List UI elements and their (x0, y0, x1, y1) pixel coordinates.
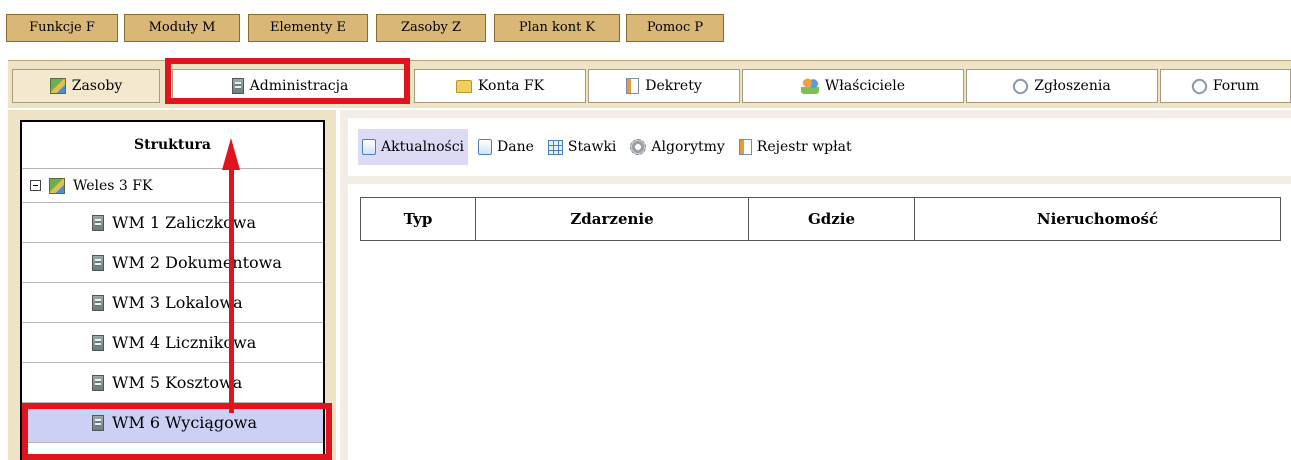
building-icon (92, 214, 104, 231)
table-header-row: Typ Zdarzenie Gdzie Nieruchomość (360, 197, 1281, 241)
subtab-bar: Aktualności Dane Stawki Algorytmy Rejest… (348, 118, 1291, 176)
tab-label: Forum (1212, 78, 1260, 94)
subtab-aktualnosci[interactable]: Aktualności (358, 129, 469, 165)
tab-label: Konta FK (477, 78, 545, 94)
subtab-label: Aktualności (381, 139, 465, 155)
gear-icon (630, 139, 647, 155)
column-header-nieruchomosc[interactable]: Nieruchomość (914, 197, 1281, 241)
tree-root[interactable]: Weles 3 FK (22, 169, 323, 203)
tab-zasoby[interactable]: Zasoby (12, 69, 160, 103)
document-icon (626, 78, 640, 94)
arrow-up-icon (222, 138, 240, 170)
building-icon (92, 374, 104, 391)
building-icon (92, 254, 104, 271)
tree-item-label: WM 4 Licznikowa (112, 333, 257, 352)
people-icon (800, 78, 819, 94)
tree-item-selected[interactable]: WM 6 Wyciągowa (22, 403, 323, 443)
subtab-label: Rejestr wpłat (756, 139, 852, 155)
collapse-icon[interactable] (30, 180, 41, 191)
tree-item-label: WM 6 Wyciągowa (112, 413, 258, 432)
tree-item[interactable]: WM 4 Licznikowa (22, 323, 323, 363)
map-icon (49, 78, 66, 94)
building-icon (92, 414, 104, 431)
tab-wlasciciele[interactable]: Właściciele (742, 69, 964, 103)
tree-root-label: Weles 3 FK (73, 177, 153, 194)
menu-moduly-button[interactable]: Moduły M (124, 14, 240, 42)
events-table: Typ Zdarzenie Gdzie Nieruchomość (360, 197, 1281, 241)
paperclip-icon (1010, 75, 1032, 97)
menu-elementy-button[interactable]: Elementy E (248, 14, 368, 42)
grid-icon (547, 139, 563, 155)
menu-plan-kont-button[interactable]: Plan kont K (494, 14, 620, 42)
structure-title: Struktura (22, 122, 323, 169)
tab-label: Właściciele (824, 78, 906, 94)
tree-item[interactable]: WM 2 Dokumentowa (22, 243, 323, 283)
tree-item-label: WM 1 Zaliczkowa (112, 213, 257, 232)
tab-administracja[interactable]: Administracja (172, 69, 408, 103)
structure-tree: Struktura Weles 3 FK WM 1 Zaliczkowa WM … (20, 120, 325, 460)
paperclip-icon (1188, 75, 1210, 97)
menu-pomoc-button[interactable]: Pomoc P (626, 14, 724, 42)
tree-item-label: WM 5 Kosztowa (112, 373, 243, 392)
arrow-shaft (229, 168, 234, 413)
subtab-label: Dane (497, 139, 534, 155)
tree-item-label: WM 2 Dokumentowa (112, 253, 282, 272)
tree-item[interactable]: WM 5 Kosztowa (22, 363, 323, 403)
tab-label: Zasoby (71, 78, 123, 94)
menu-zasoby-button[interactable]: Zasoby Z (376, 14, 486, 42)
column-header-gdzie[interactable]: Gdzie (748, 197, 915, 241)
folder-icon (455, 79, 472, 93)
building-icon (231, 78, 244, 94)
column-header-typ[interactable]: Typ (360, 197, 476, 241)
building-icon (92, 294, 104, 311)
building-icon (92, 334, 104, 351)
tab-label: Dekrety (645, 78, 702, 94)
tree-item[interactable]: WM 3 Lokalowa (22, 283, 323, 323)
subtab-label: Algorytmy (651, 139, 725, 155)
document-icon (738, 139, 752, 155)
tab-konta-fk[interactable]: Konta FK (414, 69, 586, 103)
tree-item-label: WM 3 Lokalowa (112, 293, 243, 312)
tab-zgloszenia[interactable]: Zgłoszenia (966, 69, 1158, 103)
tab-strip: Zasoby Administracja Konta FK Dekrety Wł… (8, 60, 1291, 108)
tree-item[interactable]: WM 1 Zaliczkowa (22, 203, 323, 243)
menu-funkcje-button[interactable]: Funkcje F (6, 14, 118, 42)
column-header-zdarzenie[interactable]: Zdarzenie (475, 197, 749, 241)
tab-dekrety[interactable]: Dekrety (588, 69, 740, 103)
tab-label: Administracja (249, 78, 349, 94)
tab-label: Zgłoszenia (1034, 78, 1111, 94)
subtab-stawki[interactable]: Stawki (544, 129, 621, 165)
page-icon (478, 139, 493, 155)
subtab-algorytmy[interactable]: Algorytmy (626, 129, 728, 165)
tab-forum[interactable]: Forum (1160, 69, 1291, 103)
main-menu-bar: Funkcje F Moduły M Elementy E Zasoby Z P… (0, 0, 1291, 56)
subtab-label: Stawki (567, 139, 617, 155)
page-icon (362, 139, 376, 155)
map-icon (49, 177, 65, 194)
subtab-rejestr-wplat[interactable]: Rejestr wpłat (735, 129, 856, 165)
subtab-dane[interactable]: Dane (474, 129, 538, 165)
